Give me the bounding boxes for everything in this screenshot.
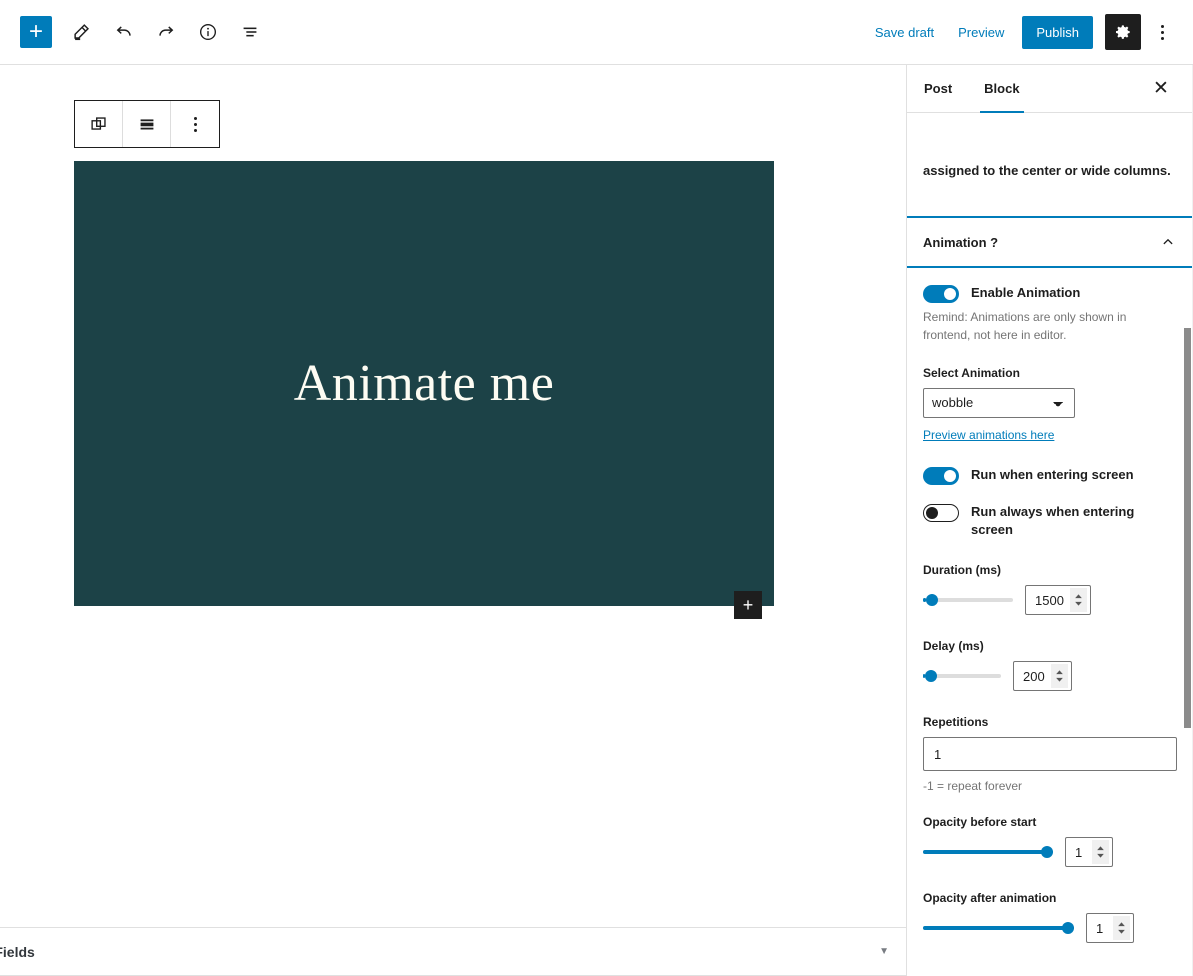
block-options-button[interactable] bbox=[171, 101, 219, 147]
delay-slider[interactable] bbox=[923, 667, 1001, 685]
animation-reminder-text: Remind: Animations are only shown in fro… bbox=[923, 310, 1127, 342]
delay-number-field[interactable]: 200 bbox=[1013, 661, 1072, 692]
cover-block[interactable]: Animate me + bbox=[74, 161, 774, 619]
delay-label: Delay (ms) bbox=[923, 639, 984, 654]
run-always-row: Run always when entering screen bbox=[923, 503, 1177, 539]
opacity-before-number-field[interactable]: 1 bbox=[1065, 837, 1113, 868]
opacity-before-spinner[interactable] bbox=[1092, 840, 1109, 865]
animation-panel-header[interactable]: Animation ? bbox=[907, 216, 1193, 269]
run-when-entering-label: Run when entering screen bbox=[971, 466, 1134, 482]
duration-value: 1500 bbox=[1035, 592, 1064, 608]
custom-fields-panel[interactable]: m Fields ▼ bbox=[0, 927, 907, 976]
settings-gear-button[interactable] bbox=[1105, 14, 1141, 50]
vertical-ellipsis-icon bbox=[1160, 24, 1164, 40]
align-icon bbox=[140, 119, 153, 130]
opacity-before-control-row: 1 bbox=[923, 837, 1177, 868]
custom-fields-title: m Fields bbox=[0, 943, 35, 960]
enable-animation-toggle[interactable] bbox=[923, 285, 959, 304]
custom-fields-toggle-icon[interactable]: ▼ bbox=[879, 946, 889, 957]
editor-top-bar: + Save draft Preview Publish bbox=[0, 0, 1193, 65]
duration-slider[interactable] bbox=[923, 591, 1013, 609]
info-icon bbox=[199, 23, 217, 41]
delay-value: 200 bbox=[1023, 668, 1045, 684]
list-view-icon bbox=[243, 27, 257, 37]
support-description-text: assigned to the center or wide columns. bbox=[923, 163, 1171, 178]
enable-animation-row: Enable Animation bbox=[923, 284, 1177, 304]
list-view-button[interactable] bbox=[232, 14, 268, 50]
opacity-after-slider[interactable] bbox=[923, 919, 1074, 937]
opacity-after-control-row: 1 bbox=[923, 913, 1177, 944]
chevron-up-icon bbox=[1159, 233, 1177, 251]
tab-block[interactable]: Block bbox=[968, 65, 1035, 113]
details-button[interactable] bbox=[190, 14, 226, 50]
plus-icon: + bbox=[28, 18, 43, 45]
opacity-before-label: Opacity before start bbox=[923, 815, 1037, 830]
publish-button[interactable]: Publish bbox=[1022, 15, 1093, 49]
sidebar-scroll-area: assigned to the center or wide columns. … bbox=[907, 113, 1193, 976]
cover-block-title: Animate me bbox=[293, 355, 555, 412]
block-appender-button[interactable]: + bbox=[734, 591, 762, 619]
redo-icon bbox=[159, 26, 174, 36]
cover-block-icon bbox=[90, 117, 106, 130]
opacity-after-spinner[interactable] bbox=[1113, 916, 1130, 941]
select-animation-label: Select Animation bbox=[923, 365, 1020, 380]
duration-control-row: 1500 bbox=[923, 585, 1177, 616]
editor-canvas: Animate me + bbox=[0, 65, 907, 927]
opacity-after-value: 1 bbox=[1096, 920, 1104, 936]
vertical-ellipsis-icon bbox=[193, 116, 197, 132]
repetitions-help-text: -1 = repeat forever bbox=[923, 779, 1023, 794]
add-block-button[interactable]: + bbox=[20, 16, 52, 48]
opacity-before-slider[interactable] bbox=[923, 843, 1053, 861]
settings-sidebar: Post Block ✕ assigned to the center or w… bbox=[907, 65, 1193, 976]
preview-button[interactable]: Preview bbox=[948, 17, 1014, 48]
more-options-button[interactable] bbox=[1145, 14, 1179, 50]
undo-button[interactable] bbox=[106, 14, 142, 50]
preview-animations-link[interactable]: Preview animations here bbox=[923, 428, 1054, 442]
enable-animation-label: Enable Animation bbox=[971, 285, 1081, 301]
delay-spinner[interactable] bbox=[1050, 664, 1068, 689]
top-bar-left-tools: + bbox=[0, 14, 268, 50]
save-draft-button[interactable]: Save draft bbox=[865, 17, 944, 48]
block-type-button[interactable] bbox=[75, 101, 123, 147]
opacity-after-label: Opacity after animation bbox=[923, 891, 1057, 906]
delay-control-row: 200 bbox=[923, 661, 1177, 692]
redo-button[interactable] bbox=[148, 14, 184, 50]
sidebar-scrollbar[interactable] bbox=[1184, 328, 1191, 728]
animation-panel-title: Animation ? bbox=[923, 234, 999, 250]
duration-label: Duration (ms) bbox=[923, 563, 1001, 578]
close-sidebar-button[interactable]: ✕ bbox=[1143, 65, 1179, 112]
run-when-entering-toggle[interactable] bbox=[923, 466, 959, 485]
align-button[interactable] bbox=[123, 101, 171, 147]
run-always-label: Run always when entering screen bbox=[971, 503, 1135, 538]
duration-number-field[interactable]: 1500 bbox=[1025, 585, 1091, 616]
plus-icon: + bbox=[742, 594, 754, 615]
tab-post[interactable]: Post bbox=[907, 65, 968, 112]
repetitions-input[interactable] bbox=[923, 737, 1177, 772]
select-animation-dropdown[interactable]: wobblebouncefadeInflashpulseshakeswingta… bbox=[923, 387, 1075, 418]
animation-panel-body: Enable Animation Remind: Animations are … bbox=[907, 268, 1193, 973]
opacity-after-number-field[interactable]: 1 bbox=[1086, 913, 1134, 944]
repetitions-label: Repetitions bbox=[923, 715, 989, 730]
sidebar-tabs: Post Block ✕ bbox=[907, 65, 1193, 113]
gear-icon bbox=[1116, 25, 1130, 39]
panel-spacer bbox=[907, 180, 1193, 216]
pencil-icon bbox=[74, 24, 89, 41]
opacity-before-value: 1 bbox=[1075, 844, 1083, 860]
block-toolbar bbox=[74, 100, 220, 148]
run-when-entering-row: Run when entering screen bbox=[923, 466, 1177, 485]
run-always-toggle[interactable] bbox=[923, 503, 959, 522]
duration-spinner[interactable] bbox=[1069, 588, 1087, 613]
undo-icon bbox=[116, 26, 131, 36]
tools-pencil-button[interactable] bbox=[64, 14, 100, 50]
top-bar-right-actions: Save draft Preview Publish bbox=[865, 14, 1193, 50]
